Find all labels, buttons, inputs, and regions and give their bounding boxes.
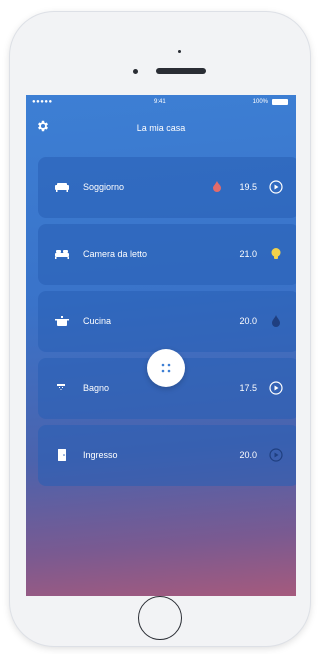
room-name: Soggiorno — [83, 182, 125, 192]
room-name: Bagno — [83, 383, 110, 393]
signal-indicator: ●●●●● — [32, 99, 53, 105]
earpiece-speaker — [156, 68, 206, 74]
room-temperature: 20.0 — [239, 450, 257, 460]
app-header: La mia casa — [26, 115, 296, 139]
room-card-ingresso[interactable]: Ingresso 20.0 — [38, 425, 296, 486]
grid-icon — [161, 363, 171, 373]
room-temperature: 21.0 — [239, 249, 257, 259]
bed-icon — [55, 250, 69, 259]
front-camera — [133, 69, 138, 74]
menu-button[interactable] — [147, 349, 185, 387]
room-temperature: 17.5 — [239, 383, 257, 393]
app-screen: ●●●●● 9:41 100% La mia casa Soggiorno 19… — [26, 95, 296, 596]
room-temperature: 20.0 — [239, 316, 257, 326]
play-circle-icon[interactable] — [269, 381, 283, 395]
drop-icon[interactable] — [269, 314, 283, 328]
shower-icon — [57, 384, 65, 390]
battery-percent: 100% — [252, 99, 268, 105]
room-temperature: 19.5 — [239, 182, 257, 192]
status-time: 9:41 — [154, 99, 166, 105]
proximity-sensor — [178, 50, 181, 53]
page-title: La mia casa — [136, 123, 186, 133]
status-bar: ●●●●● 9:41 100% — [26, 95, 296, 109]
room-card-cucina[interactable]: Cucina 20.0 — [38, 291, 296, 352]
room-card-camera-da-letto[interactable]: Camera da letto 21.0 — [38, 224, 296, 285]
room-name: Camera da letto — [83, 249, 148, 259]
play-circle-icon[interactable] — [269, 180, 283, 194]
lightbulb-icon[interactable] — [269, 247, 283, 261]
home-button[interactable] — [138, 596, 182, 640]
flame-icon — [213, 181, 221, 192]
room-name: Ingresso — [83, 450, 118, 460]
room-card-soggiorno[interactable]: Soggiorno 19.5 — [38, 157, 296, 218]
room-name: Cucina — [83, 316, 112, 326]
battery-icon — [272, 99, 288, 105]
play-circle-icon[interactable] — [269, 448, 283, 462]
pot-icon — [55, 316, 69, 326]
door-icon — [58, 449, 66, 461]
sofa-icon — [55, 183, 69, 192]
